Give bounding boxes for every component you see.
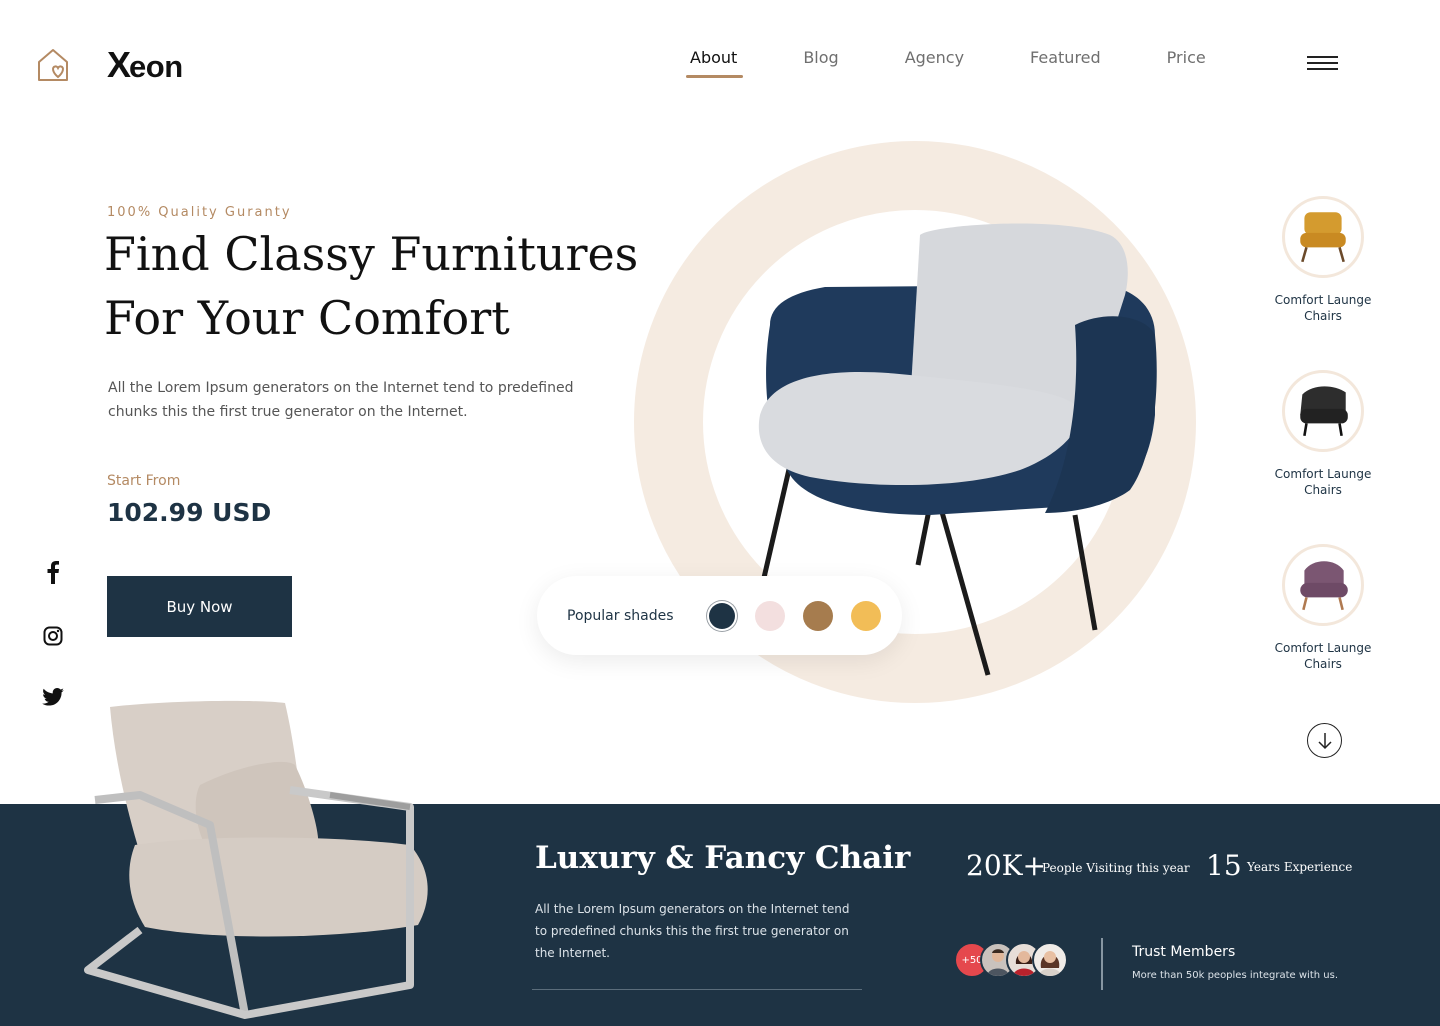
product-label: Comfort Launge Chairs [1274,641,1372,671]
nav-blog[interactable]: Blog [803,48,838,67]
trust-divider [1101,938,1103,990]
mustard-chair-icon [1282,196,1364,278]
brand-name: eon [129,49,183,84]
nav-price[interactable]: Price [1167,48,1206,67]
beige-lounge-chair-image [84,700,428,1019]
nav-featured[interactable]: Featured [1030,48,1101,67]
twitter-icon[interactable] [40,684,66,710]
swatch-pink[interactable] [755,600,785,631]
trust-description: More than 50k peoples integrate with us. [1132,970,1339,981]
stat-years-label: Years Experience [1247,860,1353,874]
feature-divider [532,989,862,990]
stat-visitors-value: 20K+ [966,849,1047,882]
feature-title: Luxury & Fancy Chair [535,840,911,876]
product-thumb-black[interactable]: Comfort Launge Chairs [1262,370,1384,498]
trust-title: Trust Members [1132,944,1236,960]
product-thumb-mustard[interactable]: Comfort Launge Chairs [1262,196,1384,324]
brand-mark: X [107,44,131,85]
popular-shades-card: Popular shades [537,576,902,655]
purple-chair-icon [1282,544,1364,626]
main-nav: About Blog Agency Featured Price [685,48,1272,78]
hero-title: Find Classy Furnitures For Your Comfort [104,222,664,350]
nav-about[interactable]: About [685,48,744,78]
product-thumb-purple[interactable]: Comfort Launge Chairs [1262,544,1384,672]
hero-tagline: 100% Quality Guranty [107,205,292,220]
stat-years-value: 15 [1206,849,1242,882]
brand-logo[interactable]: Xeon [107,44,183,86]
scroll-down-arrow-icon[interactable] [1307,723,1342,758]
shades-label: Popular shades [567,607,674,624]
instagram-icon[interactable] [40,623,66,649]
hero-description: All the Lorem Ipsum generators on the In… [108,380,574,420]
hero-title-line1: Find Classy Furnitures [104,227,639,281]
product-label: Comfort Launge Chairs [1274,467,1372,497]
hero-title-line2: For Your Comfort [104,291,510,345]
nav-agency[interactable]: Agency [905,48,964,67]
swatch-yellow[interactable] [851,600,881,631]
black-chair-icon [1282,370,1364,452]
price-label: Start From [107,473,181,489]
stat-visitors-label: People Visiting this year [1042,861,1190,875]
hamburger-menu-icon[interactable] [1307,56,1338,72]
price-value: 102.99 USD [107,498,272,527]
product-label: Comfort Launge Chairs [1274,293,1372,323]
swatch-navy[interactable] [709,602,735,629]
feature-description: All the Lorem Ipsum generators on the In… [535,902,850,960]
avatar [1032,942,1068,978]
swatch-brown[interactable] [803,600,833,631]
member-avatars: +50 [954,942,1068,978]
facebook-icon[interactable] [40,559,66,585]
home-heart-icon[interactable] [36,47,72,83]
buy-now-button[interactable]: Buy Now [107,576,292,637]
